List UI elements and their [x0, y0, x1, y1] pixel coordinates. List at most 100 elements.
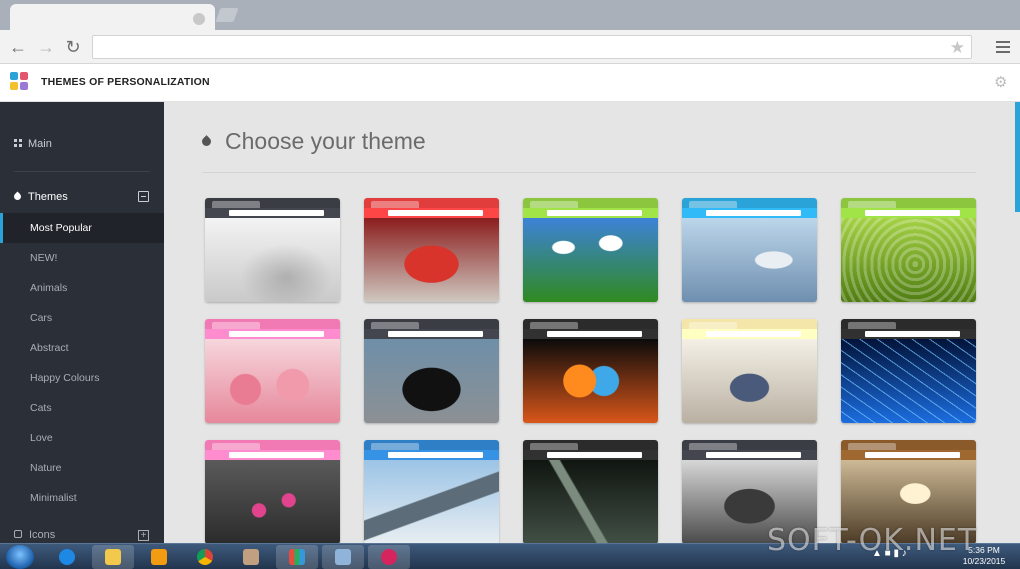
- content-scrollbar[interactable]: [1015, 102, 1020, 212]
- theme-preview-image: [205, 339, 340, 423]
- theme-preview-omnibox: [706, 452, 801, 458]
- icons-section-icon: [14, 530, 22, 538]
- theme-card[interactable]: [364, 440, 499, 543]
- expand-plus-icon[interactable]: +: [138, 530, 149, 541]
- media-player-icon: [151, 549, 167, 565]
- theme-preview-frame: [841, 319, 976, 329]
- taskbar-chrome[interactable]: [184, 545, 226, 569]
- sidebar-item-abstract[interactable]: Abstract: [0, 333, 164, 363]
- theme-preview-tab: [848, 322, 896, 329]
- taskbar-heart-app[interactable]: [368, 545, 410, 569]
- sidebar-item-most-popular[interactable]: Most Popular: [0, 213, 164, 243]
- sidebar-themes-label: Themes: [28, 191, 68, 203]
- theme-preview-tab: [371, 443, 419, 450]
- theme-card[interactable]: [841, 198, 976, 302]
- chrome-icon: [197, 549, 213, 565]
- taskbar-window[interactable]: [322, 545, 364, 569]
- theme-card[interactable]: [205, 440, 340, 543]
- theme-preview-tab: [848, 201, 896, 208]
- theme-preview-omnibox: [229, 452, 324, 458]
- sidebar-item-cats[interactable]: Cats: [0, 393, 164, 423]
- sidebar-item-main[interactable]: Main: [14, 138, 52, 150]
- theme-card[interactable]: [682, 198, 817, 302]
- theme-preview-image: [364, 460, 499, 543]
- sidebar-item-love[interactable]: Love: [0, 423, 164, 453]
- theme-preview-tab: [371, 322, 419, 329]
- theme-card[interactable]: [523, 319, 658, 423]
- theme-preview-tab: [530, 443, 578, 450]
- sidebar-divider: [14, 171, 150, 172]
- taskbar-ie[interactable]: [46, 545, 88, 569]
- grid-icon: [14, 139, 22, 147]
- taskbar-paint[interactable]: [230, 545, 272, 569]
- theme-card[interactable]: [364, 198, 499, 302]
- browser-tab[interactable]: [10, 4, 215, 32]
- theme-preview-frame: [682, 440, 817, 450]
- sidebar-item-animals[interactable]: Animals: [0, 273, 164, 303]
- theme-card[interactable]: [523, 440, 658, 543]
- theme-preview-omnibox: [229, 331, 324, 337]
- theme-preview-tab: [212, 201, 260, 208]
- theme-preview-frame: [523, 198, 658, 208]
- droplet-icon: [200, 135, 213, 148]
- sidebar-item-happy-colours[interactable]: Happy Colours: [0, 363, 164, 393]
- theme-card[interactable]: [523, 198, 658, 302]
- theme-preview-image: [205, 218, 340, 302]
- theme-card[interactable]: [205, 198, 340, 302]
- taskbar-apps[interactable]: [276, 545, 318, 569]
- taskbar-media[interactable]: [138, 545, 180, 569]
- theme-preview-frame: [205, 440, 340, 450]
- theme-preview-frame: [205, 198, 340, 208]
- sidebar-main-label: Main: [28, 138, 52, 150]
- theme-preview-tab: [530, 201, 578, 208]
- page-title: Choose your theme: [200, 128, 426, 155]
- theme-preview-omnibox: [229, 210, 324, 216]
- title-divider: [202, 172, 976, 173]
- internet-explorer-icon: [59, 549, 75, 565]
- sidebar-item-minimalist[interactable]: Minimalist: [0, 483, 164, 513]
- theme-card[interactable]: [364, 319, 499, 423]
- settings-gear-icon[interactable]: ⚙: [994, 73, 1007, 91]
- theme-preview-image: [841, 218, 976, 302]
- theme-preview-tab: [212, 322, 260, 329]
- theme-card[interactable]: [205, 319, 340, 423]
- theme-preview-image: [364, 339, 499, 423]
- theme-preview-omnibox: [388, 210, 483, 216]
- sidebar-item-new[interactable]: NEW!: [0, 243, 164, 273]
- forward-arrow-icon[interactable]: →: [35, 36, 57, 58]
- sidebar-item-nature[interactable]: Nature: [0, 453, 164, 483]
- sidebar-section-themes[interactable]: Themes: [12, 191, 68, 203]
- reload-icon[interactable]: ↻: [62, 36, 84, 58]
- folder-icon: [105, 549, 121, 565]
- browser-menu-icon[interactable]: [996, 41, 1010, 53]
- collapse-minus-icon[interactable]: [138, 191, 149, 202]
- theme-preview-frame: [364, 319, 499, 329]
- theme-card[interactable]: [841, 319, 976, 423]
- sidebar: Main Themes Most Popular NEW! Animals Ca…: [0, 102, 164, 543]
- theme-preview-omnibox: [388, 452, 483, 458]
- sidebar-item-cars[interactable]: Cars: [0, 303, 164, 333]
- back-arrow-icon[interactable]: ←: [7, 36, 29, 58]
- app-header: THEMES OF PERSONALIZATION ⚙: [0, 64, 1020, 102]
- theme-preview-tab: [848, 443, 896, 450]
- theme-preview-omnibox: [865, 331, 960, 337]
- main-content: Choose your theme: [164, 102, 1020, 543]
- theme-preview-image: [364, 218, 499, 302]
- theme-preview-image: [205, 460, 340, 543]
- theme-card[interactable]: [682, 319, 817, 423]
- theme-preview-omnibox: [706, 210, 801, 216]
- theme-preview-frame: [682, 319, 817, 329]
- windows-start-button[interactable]: [6, 545, 34, 569]
- tab-close-icon[interactable]: [193, 13, 205, 25]
- bookmark-star-icon[interactable]: ★: [950, 37, 965, 59]
- sidebar-section-icons[interactable]: Icons: [14, 529, 55, 541]
- theme-preview-tab: [689, 322, 737, 329]
- theme-preview-frame: [523, 440, 658, 450]
- taskbar-explorer[interactable]: [92, 545, 134, 569]
- app-logo-icon: [10, 72, 28, 90]
- address-bar[interactable]: ★: [92, 35, 972, 59]
- theme-preview-omnibox: [865, 452, 960, 458]
- new-tab-button[interactable]: [215, 8, 239, 22]
- window-icon: [335, 549, 351, 565]
- theme-preview-tab: [689, 443, 737, 450]
